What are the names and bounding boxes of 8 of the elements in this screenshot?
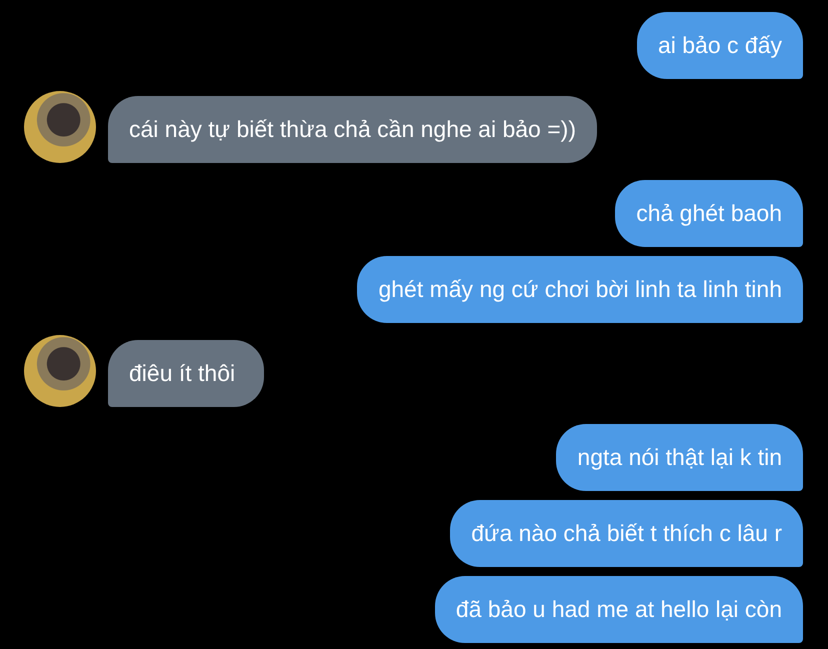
message-bubble: đứa nào chả biết t thích c lâu r	[450, 500, 803, 567]
message-bubble: chả ghét baoh	[615, 180, 803, 247]
message-bubble: ghét mấy ng cứ chơi bời linh ta linh tinh	[357, 256, 803, 323]
message-bubble: ngta nói thật lại k tin	[556, 424, 803, 491]
message-bubble: đã bảo u had me at hello lại còn	[434, 576, 803, 643]
message-bubble: ai bảo c đấy	[636, 12, 803, 79]
message-bubble: cái này tự biết thừa chả cần nghe ai bảo =))	[108, 96, 597, 163]
message-bubble: điêu ít thôi	[108, 340, 264, 407]
